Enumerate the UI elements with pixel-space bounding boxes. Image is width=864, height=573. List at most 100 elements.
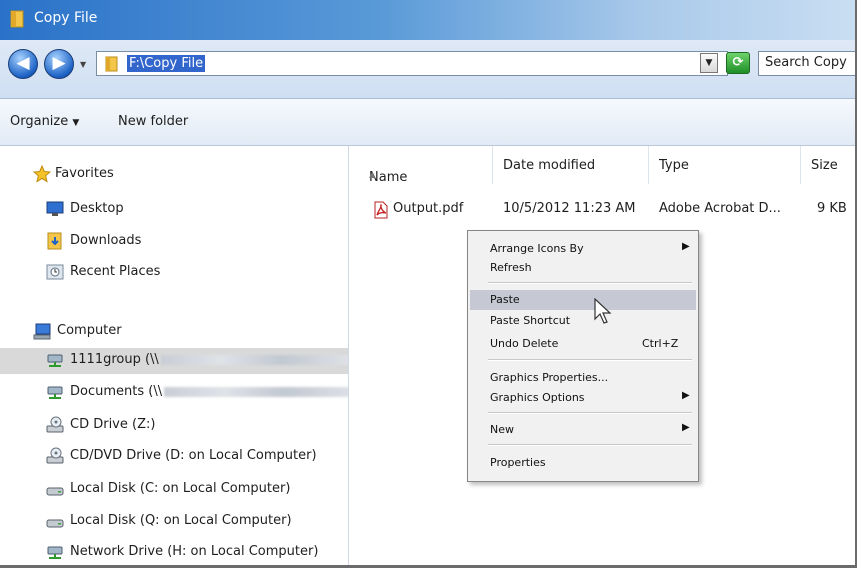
address-input[interactable]: F:\Copy File: [96, 51, 728, 76]
organize-label: Organize: [10, 114, 69, 129]
cd-drive-icon: [46, 447, 64, 464]
column-header-size[interactable]: Size: [801, 146, 855, 184]
obscured-server-name: [160, 354, 348, 365]
command-bar: Organize ▼ New folder: [0, 99, 855, 146]
address-path: F:\Copy File: [127, 55, 206, 72]
sort-ascending-icon: ▲: [369, 170, 376, 179]
menu-item-label: New: [490, 423, 514, 436]
menu-item-paste[interactable]: Paste: [470, 290, 696, 310]
nav-recent-places[interactable]: Recent Places: [0, 260, 348, 286]
context-menu: Arrange Icons By ▶ Refresh Paste Paste Sh…: [467, 230, 699, 482]
search-input[interactable]: Search Copy: [758, 51, 855, 76]
recent-pages-dropdown[interactable]: ▼: [80, 60, 86, 69]
network-drive-icon: [47, 386, 63, 399]
network-drive-icon: [47, 354, 63, 367]
submenu-arrow-icon: ▶: [682, 422, 690, 433]
navigation-pane: Favorites Desktop Downloads Recent Place…: [0, 146, 349, 565]
nav-favorites-label: Favorites: [55, 166, 114, 181]
folder-icon: [10, 10, 24, 28]
menu-item-graphics-options[interactable]: Graphics Options ▶: [470, 388, 696, 408]
menu-item-paste-shortcut[interactable]: Paste Shortcut: [470, 311, 696, 331]
folder-icon: [105, 56, 118, 72]
title-bar: Copy File: [0, 0, 855, 40]
downloads-folder-icon: [47, 232, 62, 250]
refresh-icon[interactable]: ⟳: [726, 52, 750, 74]
column-date-label: Date modified: [503, 158, 596, 173]
pdf-file-icon: [374, 201, 388, 219]
submenu-arrow-icon: ▶: [682, 241, 690, 252]
local-disk-icon: [46, 487, 64, 496]
nav-drive-local-c[interactable]: Local Disk (C: on Local Computer): [0, 477, 348, 503]
nav-drive-cd-z[interactable]: CD Drive (Z:): [0, 413, 348, 439]
nav-desktop[interactable]: Desktop: [0, 197, 348, 223]
chevron-down-icon: ▼: [72, 118, 80, 128]
nav-computer-label: Computer: [57, 323, 122, 338]
nav-drive-label: Local Disk (C: on Local Computer): [70, 481, 291, 496]
menu-item-properties[interactable]: Properties: [470, 453, 696, 473]
desktop-icon: [46, 201, 64, 216]
nav-drive-network-h[interactable]: Network Drive (H: on Local Computer): [0, 540, 348, 565]
computer-icon: [33, 323, 51, 340]
menu-separator: [488, 444, 692, 446]
nav-drive-local-q[interactable]: Local Disk (Q: on Local Computer): [0, 509, 348, 535]
menu-item-label: Paste Shortcut: [490, 314, 571, 327]
file-type: Adobe Acrobat D...: [659, 201, 781, 216]
network-drive-icon: [47, 546, 63, 559]
window-title: Copy File: [34, 10, 98, 26]
column-header-name[interactable]: Name ▲: [349, 146, 493, 185]
star-icon: [33, 165, 51, 183]
nav-favorites[interactable]: Favorites: [0, 162, 348, 188]
file-row[interactable]: Output.pdf 10/5/2012 11:23 AM Adobe Acro…: [349, 198, 855, 222]
file-size: 9 KB: [817, 201, 847, 216]
menu-item-undo-delete[interactable]: Undo Delete Ctrl+Z: [470, 334, 696, 354]
menu-item-graphics-properties[interactable]: Graphics Properties...: [470, 368, 696, 388]
forward-button[interactable]: ▶: [44, 49, 74, 79]
nav-desktop-label: Desktop: [70, 201, 124, 216]
file-name: Output.pdf: [393, 201, 464, 216]
address-dropdown-button[interactable]: ▼: [700, 53, 718, 73]
column-type-label: Type: [659, 158, 689, 173]
new-folder-button[interactable]: New folder: [118, 114, 188, 129]
menu-item-arrange-icons-by[interactable]: Arrange Icons By ▶: [470, 239, 696, 259]
column-header-type[interactable]: Type: [649, 146, 801, 184]
nav-drive-1111group[interactable]: 1111group (\\: [0, 348, 348, 374]
obscured-server-name: [164, 386, 348, 397]
menu-item-label: Undo Delete: [490, 337, 559, 350]
menu-item-label: Properties: [490, 456, 546, 469]
address-bar-area: ◀ ▶ ▼ F:\Copy File ▼ ⟳ Search Copy: [0, 40, 855, 99]
nav-drive-label: Local Disk (Q: on Local Computer): [70, 513, 292, 528]
menu-item-label: Graphics Properties...: [490, 371, 609, 384]
menu-item-label: Paste: [490, 293, 520, 306]
nav-drive-label: CD/DVD Drive (D: on Local Computer): [70, 448, 317, 463]
local-disk-icon: [46, 519, 64, 528]
submenu-arrow-icon: ▶: [682, 390, 690, 401]
nav-drive-documents[interactable]: Documents (\\: [0, 380, 348, 406]
column-header-date[interactable]: Date modified: [493, 146, 649, 184]
nav-recent-places-label: Recent Places: [70, 264, 161, 279]
nav-computer[interactable]: Computer: [0, 319, 348, 345]
recent-places-icon: [46, 264, 64, 280]
cd-drive-icon: [46, 416, 64, 433]
nav-downloads-label: Downloads: [70, 233, 142, 248]
column-size-label: Size: [811, 158, 838, 173]
nav-drive-label: 1111group (\\: [70, 352, 159, 367]
menu-shortcut: Ctrl+Z: [642, 337, 679, 350]
explorer-window: Copy File ◀ ▶ ▼ F:\Copy File ▼ ⟳ Search …: [0, 0, 857, 568]
back-button[interactable]: ◀: [8, 49, 38, 79]
nav-drive-label: Network Drive (H: on Local Computer): [70, 544, 319, 559]
mouse-pointer-icon: [594, 298, 612, 324]
menu-item-new[interactable]: New ▶: [470, 420, 696, 440]
nav-drive-label: Documents (\\: [70, 384, 163, 399]
menu-separator: [488, 359, 692, 361]
menu-separator: [488, 412, 692, 414]
menu-item-refresh[interactable]: Refresh: [470, 258, 696, 278]
menu-item-label: Refresh: [490, 261, 532, 274]
menu-item-label: Graphics Options: [490, 391, 585, 404]
menu-item-label: Arrange Icons By: [490, 242, 584, 255]
nav-downloads[interactable]: Downloads: [0, 229, 348, 255]
nav-drive-label: CD Drive (Z:): [70, 417, 156, 432]
nav-drive-dvd-d[interactable]: CD/DVD Drive (D: on Local Computer): [0, 444, 348, 470]
menu-separator: [488, 282, 692, 284]
organize-button[interactable]: Organize ▼: [10, 114, 79, 129]
file-date: 10/5/2012 11:23 AM: [503, 201, 636, 216]
